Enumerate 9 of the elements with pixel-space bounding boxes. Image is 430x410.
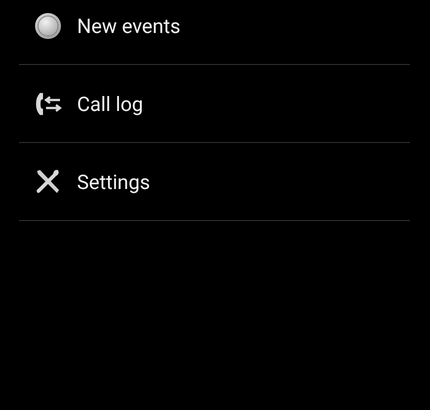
circle-icon	[34, 12, 62, 40]
menu-item[interactable]: Call log	[19, 65, 410, 143]
tools-icon	[34, 168, 62, 196]
phone-arrows-icon	[34, 90, 62, 116]
menu-item[interactable]: New events	[19, 0, 410, 65]
menu-item-label: New events	[77, 12, 180, 40]
menu-item-label: Settings	[77, 168, 150, 196]
menu-item[interactable]: Settings	[19, 143, 410, 221]
menu-item-label: Call log	[77, 90, 144, 118]
